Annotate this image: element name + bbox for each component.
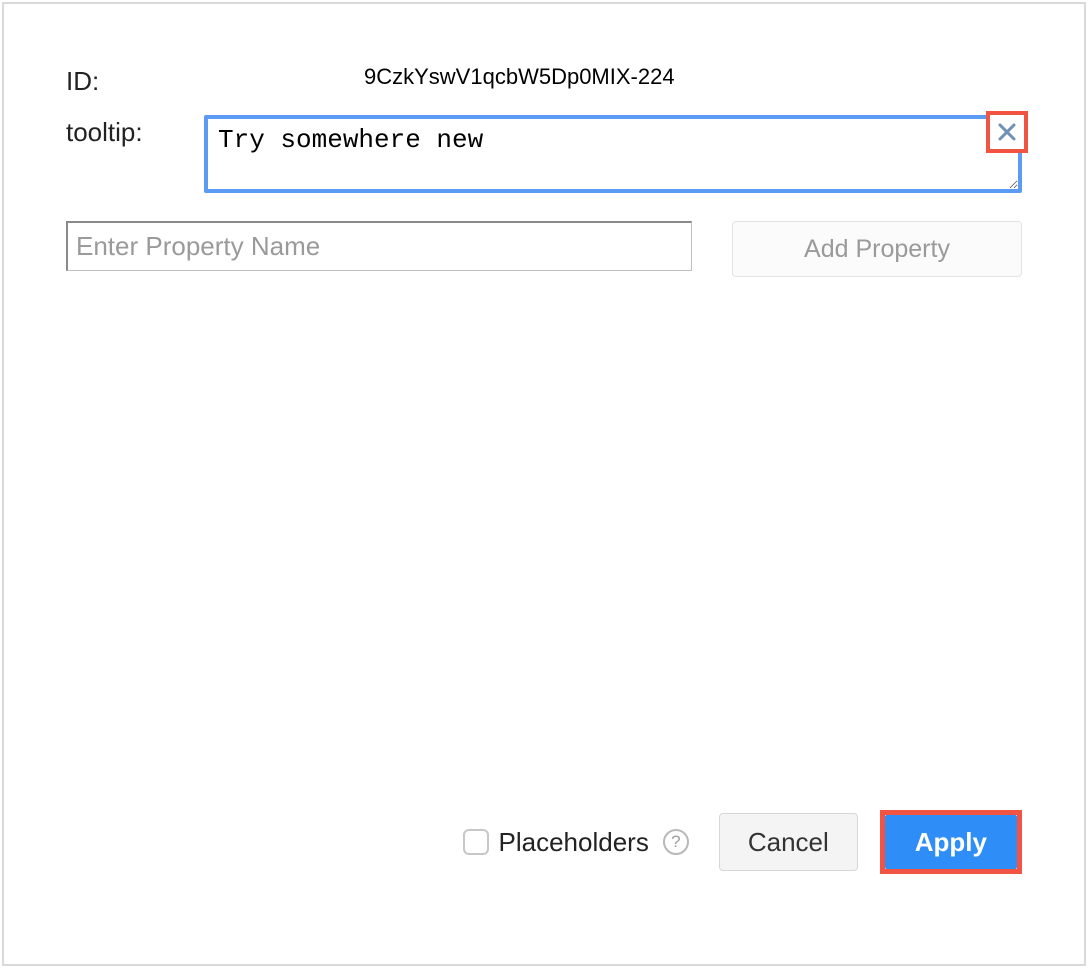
placeholders-label: Placeholders — [499, 827, 649, 858]
add-property-button[interactable]: Add Property — [732, 221, 1022, 277]
tooltip-field-wrap — [204, 115, 1022, 193]
clear-tooltip-button[interactable] — [986, 111, 1028, 153]
apply-highlight: Apply — [880, 810, 1022, 874]
id-row: ID: 9CzkYswV1qcbW5Dp0MIX-224 — [66, 64, 1022, 97]
placeholders-toggle: Placeholders ? — [463, 827, 689, 858]
property-name-input[interactable] — [66, 221, 692, 271]
id-label: ID: — [66, 64, 204, 97]
tooltip-label: tooltip: — [66, 115, 204, 148]
edit-properties-panel: ID: 9CzkYswV1qcbW5Dp0MIX-224 tooltip: Ad… — [2, 2, 1086, 966]
cancel-button[interactable]: Cancel — [719, 813, 858, 871]
apply-button[interactable]: Apply — [885, 815, 1017, 869]
close-icon — [997, 122, 1017, 142]
add-property-row: Add Property — [66, 221, 1022, 277]
placeholders-checkbox[interactable] — [463, 829, 489, 855]
dialog-footer: Placeholders ? Cancel Apply — [66, 810, 1022, 924]
id-value: 9CzkYswV1qcbW5Dp0MIX-224 — [204, 64, 675, 90]
tooltip-row: tooltip: — [66, 115, 1022, 193]
tooltip-textarea[interactable] — [204, 115, 1022, 193]
help-icon[interactable]: ? — [663, 829, 689, 855]
